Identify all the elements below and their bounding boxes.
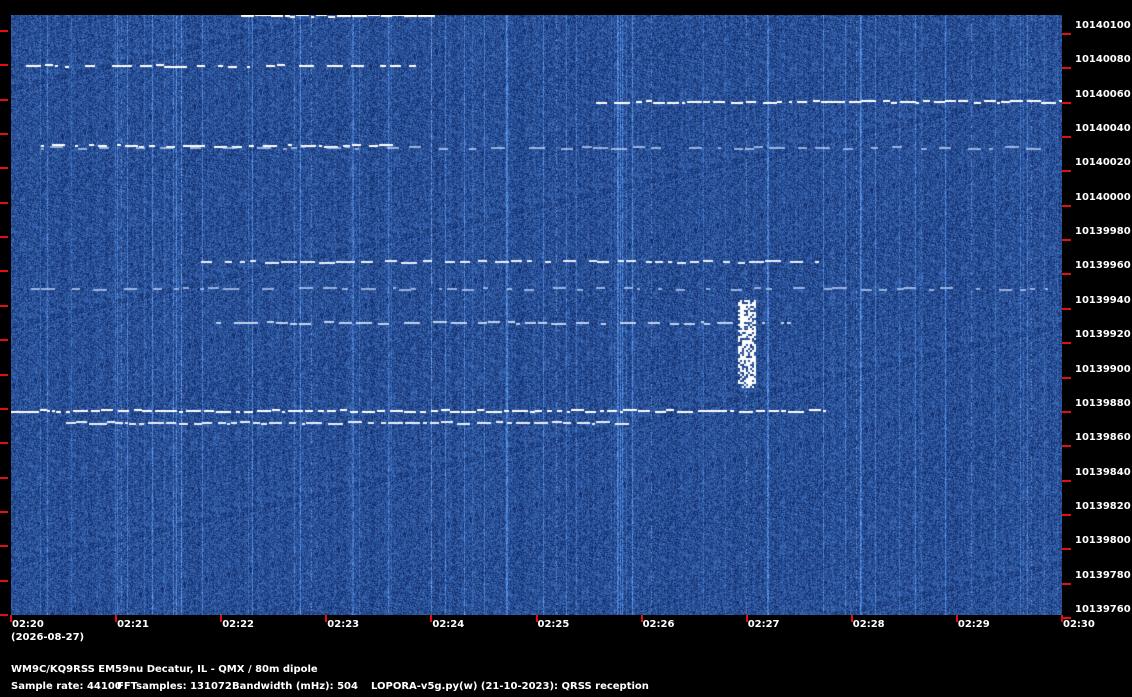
frequency-label: 10139900 [1075,363,1131,375]
frequency-label: 10140020 [1075,157,1131,169]
frequency-tick-right [1062,33,1071,35]
frequency-tick-left [0,133,8,136]
frequency-tick-left [0,236,8,239]
frequency-tick-left [0,270,8,273]
frequency-tick-left [0,613,8,616]
software-info: LOPORA-v5g.py(w) (21-10-2023): QRSS rece… [371,681,649,692]
time-label: 02:29 [957,619,990,630]
frequency-tick-right [1062,101,1071,104]
spectrogram-waterfall [11,15,1062,615]
frequency-tick-right [1062,479,1071,482]
frequency-tick-right [1062,513,1071,516]
frequency-tick-left [0,579,8,582]
frequency-label: 10139840 [1075,466,1131,478]
frequency-label: 10139820 [1075,500,1131,512]
bandwidth: Bandwidth (mHz): 504 [232,681,358,692]
frequency-label: 10140100 [1075,20,1131,31]
time-label: 02:27 [747,619,780,630]
frequency-tick-left [0,30,8,32]
frequency-label: 10139920 [1075,329,1131,341]
frequency-label: 10139940 [1075,294,1131,306]
frequency-label: 10140040 [1075,123,1131,135]
frequency-tick-right [1062,239,1071,242]
frequency-label: 10139960 [1075,260,1131,272]
frequency-tick-left [0,339,8,342]
frequency-label: 10139880 [1075,397,1131,409]
frequency-tick-left [0,476,8,479]
frequency-tick-left [0,64,8,67]
time-label: 02:21 [117,619,149,630]
sample-rate: Sample rate: 44100 [11,681,122,692]
frequency-tick-right [1062,548,1071,551]
frequency-label: 10140080 [1075,54,1131,66]
frequency-label: 10139980 [1075,226,1131,238]
station-info: WM9C/KQ9RSS EM59nu Decatur, IL - QMX / 8… [11,664,318,675]
frequency-tick-right [1062,307,1071,310]
time-label: 02:22 [222,619,255,630]
frequency-tick-right [1062,582,1071,585]
frequency-tick-left [0,98,8,101]
time-label: 02:28 [852,619,885,630]
frequency-tick-left [0,373,8,376]
fft-samples: FFTsamples: 131072 [117,681,232,692]
frequency-tick-left [0,442,8,445]
frequency-tick-right [1062,67,1071,70]
frequency-tick-right [1062,170,1071,173]
time-label: 02:24 [432,619,465,630]
frequency-label: 10140000 [1075,191,1131,203]
time-label: 02:20 [12,619,44,630]
frequency-label: 10139780 [1075,569,1131,581]
frequency-label: 10139860 [1075,432,1131,444]
frequency-tick-left [0,304,8,307]
frequency-tick-right [1062,376,1071,379]
frequency-tick-left [0,545,8,548]
frequency-tick-left [0,407,8,410]
frequency-label: 10139800 [1075,535,1131,547]
time-label: 02:25 [537,619,570,630]
frequency-tick-right [1062,273,1071,276]
frequency-tick-left [0,510,8,513]
frequency-tick-right [1062,136,1071,139]
frequency-tick-right [1062,410,1071,413]
frequency-tick-right [1062,445,1071,448]
frequency-tick-right [1062,342,1071,345]
frequency-tick-left [0,167,8,170]
date-label: (2026-08-27) [11,632,85,643]
time-label: 02:26 [642,619,675,630]
time-label: 02:30 [1063,619,1095,630]
time-label: 02:23 [327,619,360,630]
frequency-tick-left [0,201,8,204]
frequency-label: 10139760 [1075,603,1131,615]
frequency-label: 10140060 [1075,88,1131,100]
frequency-tick-right [1062,204,1071,207]
